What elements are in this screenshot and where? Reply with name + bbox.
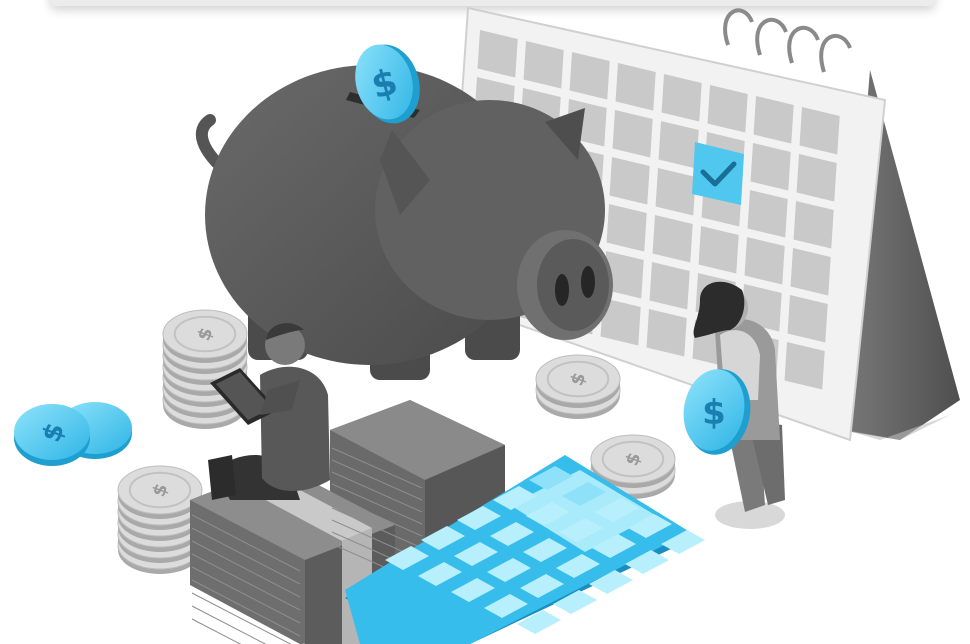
dollar-icon: $ [702,393,726,433]
coin-stack-middle: $ [535,354,621,419]
calendar-rings [723,8,852,73]
pig-snout-front [537,239,609,331]
savings-illustration: $ $ $ $ $ $ $ [14,6,960,644]
coin-stack-left: $ [162,309,248,429]
pig-nostril [581,266,595,298]
pig-nostril [555,274,569,306]
coin-stack-front: $ [117,465,203,574]
blue-coin-pair: $ [14,402,132,466]
